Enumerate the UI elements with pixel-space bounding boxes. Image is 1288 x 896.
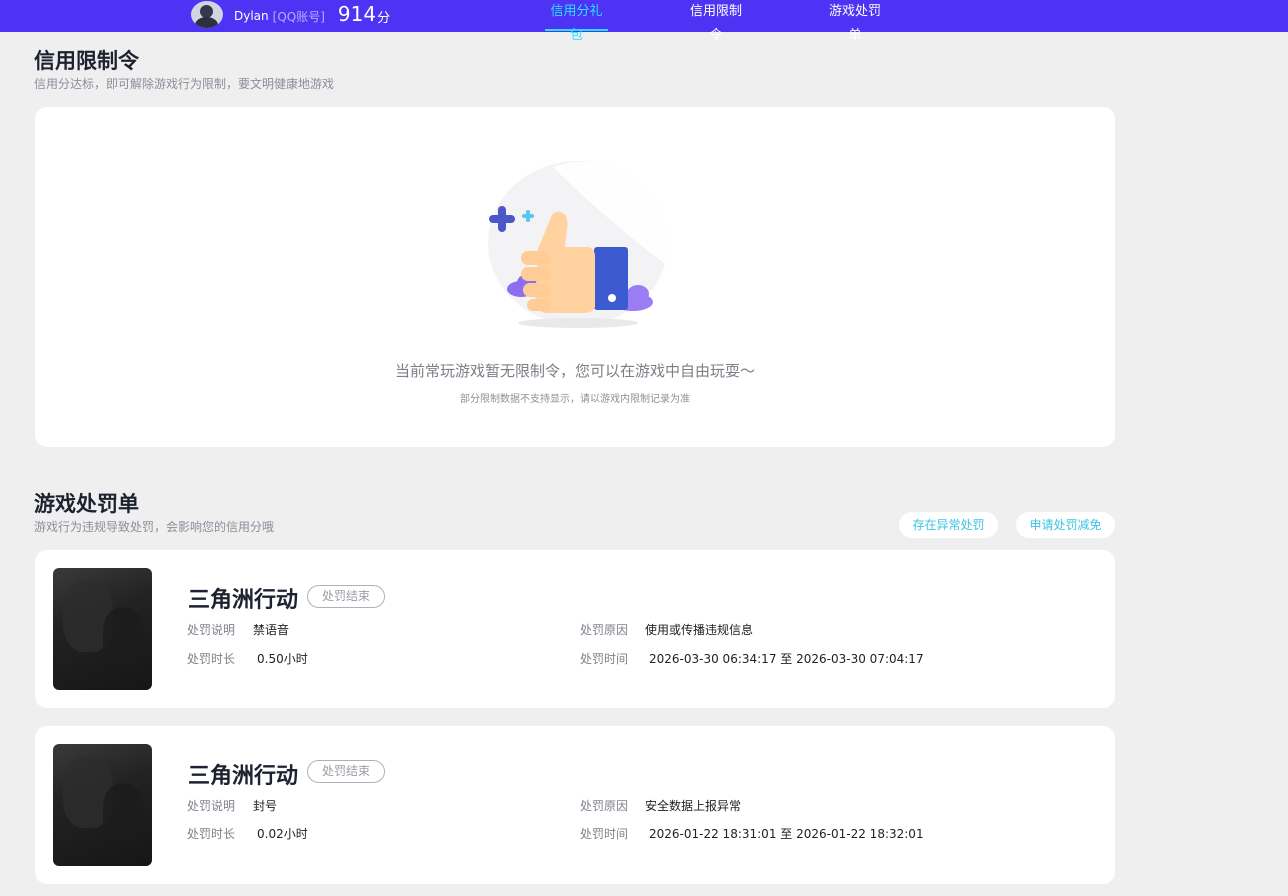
duration-value: 0.50小时	[257, 652, 308, 666]
restriction-card: 当前常玩游戏暂无限制令，您可以在游戏中自由玩耍～ 部分限制数据不支持显示，请以游…	[35, 107, 1115, 447]
status-badge: 处罚结束	[307, 585, 385, 608]
credit-score-unit: 分	[377, 10, 391, 26]
punishment-record-card[interactable]: 三角洲行动 处罚结束 处罚说明 封号 处罚原因 安全数据上报异常 处罚时长 0.…	[35, 726, 1115, 884]
duration-value: 0.02小时	[257, 827, 308, 841]
tab-credit-restriction[interactable]: 信用限制令	[684, 0, 748, 43]
time-label: 处罚时间	[580, 652, 629, 666]
time-value: 2026-03-30 06:34:17 至 2026-03-30 07:04:1…	[649, 650, 924, 667]
punishment-section-subtitle: 游戏行为违规导致处罚，会影响您的信用分哦	[34, 520, 275, 534]
game-name: 三角洲行动	[188, 764, 299, 789]
restriction-section-subtitle: 信用分达标，即可解除游戏行为限制，要文明健康地游戏	[34, 77, 335, 91]
time-start: 2026-01-22 18:31:01	[649, 827, 777, 841]
game-cover-image	[53, 744, 152, 866]
time-separator: 至	[780, 652, 793, 666]
desc-value: 封号	[253, 799, 278, 813]
time-label: 处罚时间	[580, 827, 629, 841]
game-cover-image	[53, 568, 152, 690]
punishment-section-title: 游戏处罚单	[34, 492, 139, 516]
desc-label: 处罚说明	[187, 623, 236, 637]
duration-label: 处罚时长	[187, 652, 236, 666]
game-name: 三角洲行动	[188, 588, 299, 613]
account-type: [QQ账号]	[272, 9, 325, 24]
time-end: 2026-03-30 07:04:17	[796, 652, 924, 666]
status-badge: 处罚结束	[307, 760, 385, 783]
top-nav-bar: Dylan [QQ账号] 914 分 信用分礼包 信用限制令 游戏处罚单	[0, 0, 1288, 43]
time-end: 2026-01-22 18:32:01	[796, 827, 924, 841]
reason-value: 使用或传播违规信息	[645, 623, 754, 637]
user-name: Dylan	[234, 9, 269, 23]
thumbs-up-illustration	[488, 161, 669, 328]
reason-label: 处罚原因	[580, 799, 629, 813]
duration-label: 处罚时长	[187, 827, 236, 841]
time-separator: 至	[780, 827, 793, 841]
desc-label: 处罚说明	[187, 799, 236, 813]
avatar[interactable]	[191, 1, 223, 28]
restriction-section-title: 信用限制令	[34, 49, 139, 73]
tab-game-punishment[interactable]: 游戏处罚单	[823, 0, 887, 43]
abnormal-punishment-button[interactable]: 存在异常处罚	[899, 512, 998, 538]
user-info: Dylan [QQ账号] 914 分	[191, 0, 390, 32]
empty-restriction-message: 当前常玩游戏暂无限制令，您可以在游戏中自由玩耍～	[394, 362, 755, 380]
punishment-record-card[interactable]: 三角洲行动 处罚结束 处罚说明 禁语音 处罚原因 使用或传播违规信息 处罚时长 …	[35, 550, 1115, 708]
reason-value: 安全数据上报异常	[645, 799, 742, 813]
apply-reduction-button[interactable]: 申请处罚减免	[1016, 512, 1115, 538]
credit-score: 914	[337, 2, 377, 26]
desc-value: 禁语音	[253, 623, 290, 637]
reason-label: 处罚原因	[580, 623, 629, 637]
empty-restriction-note: 部分限制数据不支持显示，请以游戏内限制记录为准	[460, 394, 690, 405]
time-value: 2026-01-22 18:31:01 至 2026-01-22 18:32:0…	[649, 825, 924, 842]
time-start: 2026-03-30 06:34:17	[649, 652, 777, 666]
tab-credit-gift[interactable]: 信用分礼包	[545, 0, 608, 43]
